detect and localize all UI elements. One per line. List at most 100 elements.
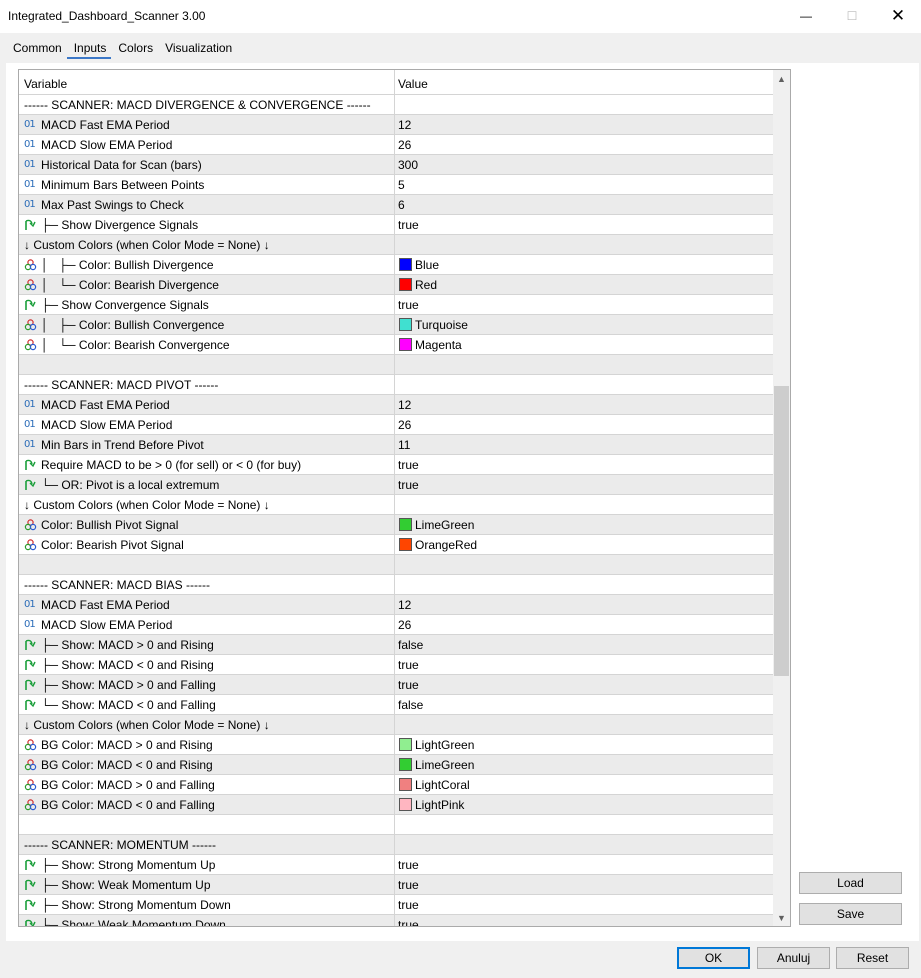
table-row[interactable]: 01 Min Bars in Trend Before Pivot 11 [19, 435, 773, 455]
value-cell[interactable]: true [395, 475, 773, 494]
scroll-thumb[interactable] [774, 386, 789, 676]
value-cell[interactable]: Magenta [395, 335, 773, 354]
table-row[interactable]: ├─ Show: Weak Momentum Down true [19, 915, 773, 926]
value-cell[interactable]: LimeGreen [395, 515, 773, 534]
minimize-button[interactable]: — [783, 0, 829, 31]
value-cell[interactable]: 26 [395, 415, 773, 434]
tab-visualization[interactable]: Visualization [158, 39, 237, 59]
value-cell[interactable]: LightCoral [395, 775, 773, 794]
table-row[interactable]: ├─ Show: MACD > 0 and Rising false [19, 635, 773, 655]
save-button[interactable]: Save [799, 903, 902, 925]
value-cell[interactable]: Red [395, 275, 773, 294]
value-cell[interactable]: true [395, 915, 773, 926]
value-cell[interactable]: LimeGreen [395, 755, 773, 774]
table-row[interactable]: BG Color: MACD < 0 and Falling LightPink [19, 795, 773, 815]
value-cell[interactable]: 12 [395, 115, 773, 134]
value-cell[interactable]: 300 [395, 155, 773, 174]
table-row[interactable]: 01 Minimum Bars Between Points 5 [19, 175, 773, 195]
table-row[interactable]: ↓ Custom Colors (when Color Mode = None)… [19, 715, 773, 735]
table-row[interactable]: ------ SCANNER: MOMENTUM ------ [19, 835, 773, 855]
value-text: true [398, 878, 419, 892]
variable-name: BG Color: MACD > 0 and Falling [41, 778, 215, 792]
color-swatch [399, 518, 412, 531]
value-cell[interactable]: true [395, 855, 773, 874]
table-row[interactable]: 01 MACD Fast EMA Period 12 [19, 395, 773, 415]
value-cell[interactable]: LightPink [395, 795, 773, 814]
value-cell[interactable]: OrangeRed [395, 535, 773, 554]
table-row[interactable]: ↓ Custom Colors (when Color Mode = None)… [19, 495, 773, 515]
close-button[interactable]: ✕ [875, 0, 921, 31]
reset-button[interactable]: Reset [836, 947, 909, 969]
table-row[interactable]: 01 MACD Slow EMA Period 26 [19, 415, 773, 435]
table-row[interactable]: ↓ Custom Colors (when Color Mode = None)… [19, 235, 773, 255]
scroll-up-icon[interactable]: ▲ [773, 70, 790, 87]
inputs-panel: Variable Value ------ SCANNER: MACD DIVE… [6, 63, 919, 941]
value-cell[interactable]: 6 [395, 195, 773, 214]
table-row[interactable]: 01 Max Past Swings to Check 6 [19, 195, 773, 215]
table-row[interactable] [19, 355, 773, 375]
value-cell[interactable]: Blue [395, 255, 773, 274]
table-row[interactable]: ├─ Show: Weak Momentum Up true [19, 875, 773, 895]
table-row[interactable]: │ ├─ Color: Bullish Divergence Blue [19, 255, 773, 275]
scroll-down-icon[interactable]: ▼ [773, 909, 790, 926]
variable-name: Max Past Swings to Check [41, 198, 184, 212]
table-row[interactable]: ├─ Show: MACD < 0 and Rising true [19, 655, 773, 675]
vertical-scrollbar[interactable]: ▲ ▼ [773, 70, 790, 926]
value-cell[interactable]: false [395, 635, 773, 654]
value-cell[interactable]: 26 [395, 135, 773, 154]
tab-colors[interactable]: Colors [111, 39, 158, 59]
value-cell[interactable]: LightGreen [395, 735, 773, 754]
value-cell[interactable]: true [395, 655, 773, 674]
table-row[interactable]: ├─ Show: Strong Momentum Up true [19, 855, 773, 875]
value-cell[interactable]: Turquoise [395, 315, 773, 334]
table-row[interactable] [19, 555, 773, 575]
table-row[interactable]: ├─ Show: Strong Momentum Down true [19, 895, 773, 915]
value-cell[interactable]: true [395, 215, 773, 234]
value-cell[interactable]: true [395, 455, 773, 474]
table-row[interactable]: │ ├─ Color: Bullish Convergence Turquoise [19, 315, 773, 335]
table-row[interactable]: └─ OR: Pivot is a local extremum true [19, 475, 773, 495]
table-row[interactable] [19, 815, 773, 835]
value-cell[interactable]: 5 [395, 175, 773, 194]
table-row[interactable]: 01 MACD Fast EMA Period 12 [19, 595, 773, 615]
table-row[interactable]: │ └─ Color: Bearish Divergence Red [19, 275, 773, 295]
variable-cell: Color: Bearish Pivot Signal [19, 535, 395, 554]
table-row[interactable]: 01 MACD Fast EMA Period 12 [19, 115, 773, 135]
value-cell[interactable]: 12 [395, 595, 773, 614]
bool-icon [24, 878, 40, 891]
table-row[interactable]: 01 MACD Slow EMA Period 26 [19, 135, 773, 155]
table-row[interactable]: 01 Historical Data for Scan (bars) 300 [19, 155, 773, 175]
table-row[interactable]: Color: Bullish Pivot Signal LimeGreen [19, 515, 773, 535]
table-row[interactable]: │ └─ Color: Bearish Convergence Magenta [19, 335, 773, 355]
value-cell[interactable]: 12 [395, 395, 773, 414]
value-cell[interactable]: 11 [395, 435, 773, 454]
variable-cell [19, 555, 395, 574]
ok-button[interactable]: OK [677, 947, 750, 969]
table-row[interactable]: 01 MACD Slow EMA Period 26 [19, 615, 773, 635]
load-button[interactable]: Load [799, 872, 902, 894]
table-row[interactable]: ------ SCANNER: MACD BIAS ------ [19, 575, 773, 595]
table-row[interactable]: Require MACD to be > 0 (for sell) or < 0… [19, 455, 773, 475]
tab-common[interactable]: Common [6, 39, 67, 59]
value-cell[interactable]: true [395, 295, 773, 314]
value-cell[interactable]: false [395, 695, 773, 714]
table-row[interactable]: BG Color: MACD > 0 and Falling LightCoral [19, 775, 773, 795]
table-row[interactable]: └─ Show: MACD < 0 and Falling false [19, 695, 773, 715]
value-cell[interactable]: true [395, 675, 773, 694]
value-cell[interactable]: true [395, 895, 773, 914]
table-row[interactable]: ├─ Show Divergence Signals true [19, 215, 773, 235]
table-row[interactable]: BG Color: MACD < 0 and Rising LimeGreen [19, 755, 773, 775]
value-cell[interactable]: true [395, 875, 773, 894]
table-row[interactable]: Color: Bearish Pivot Signal OrangeRed [19, 535, 773, 555]
table-row[interactable]: ------ SCANNER: MACD PIVOT ------ [19, 375, 773, 395]
tab-inputs[interactable]: Inputs [66, 39, 112, 59]
variable-name: ├─ Show: Strong Momentum Down [41, 898, 231, 912]
value-text: true [398, 858, 419, 872]
table-row[interactable]: ├─ Show: MACD > 0 and Falling true [19, 675, 773, 695]
table-row[interactable]: BG Color: MACD > 0 and Rising LightGreen [19, 735, 773, 755]
value-cell[interactable]: 26 [395, 615, 773, 634]
cancel-button[interactable]: Anuluj [757, 947, 830, 969]
table-row[interactable]: ------ SCANNER: MACD DIVERGENCE & CONVER… [19, 95, 773, 115]
value-text: LimeGreen [415, 518, 475, 532]
table-row[interactable]: ├─ Show Convergence Signals true [19, 295, 773, 315]
